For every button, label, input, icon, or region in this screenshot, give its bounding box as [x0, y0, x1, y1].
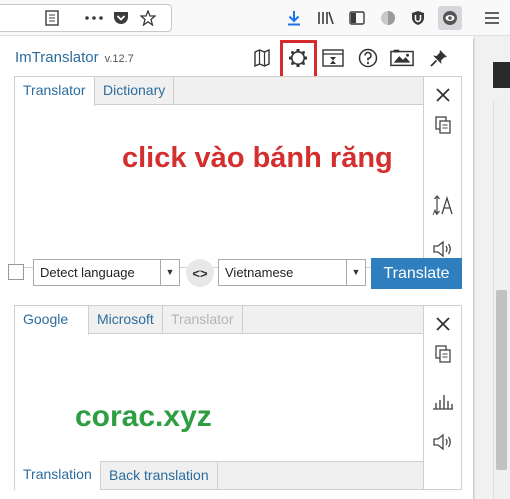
tab-translator-provider[interactable]: Translator	[163, 306, 243, 334]
result-provider-tabs: Google Microsoft Translator	[15, 306, 425, 335]
tab-translation[interactable]: Translation	[15, 461, 101, 490]
screenshot-icon[interactable]	[390, 46, 414, 70]
scrollbar-thumb[interactable]	[496, 290, 507, 470]
library-icon[interactable]	[314, 6, 338, 30]
source-text-input[interactable]	[19, 109, 419, 259]
auto-translate-checkbox[interactable]	[8, 264, 24, 280]
copy-icon[interactable]	[431, 342, 455, 366]
font-size-icon[interactable]	[431, 193, 455, 217]
swap-languages-icon[interactable]: <>	[186, 259, 214, 287]
menu-icon[interactable]	[480, 6, 504, 30]
close-icon[interactable]	[431, 83, 455, 107]
history-icon[interactable]	[321, 46, 345, 70]
brand-name: ImTranslator	[15, 49, 99, 66]
browser-toolbar	[0, 0, 510, 36]
source-language-value: Detect language	[40, 265, 135, 280]
page-thumbnail	[493, 62, 510, 88]
source-tool-column	[423, 77, 461, 267]
translation-output	[19, 338, 419, 458]
tab-microsoft[interactable]: Microsoft	[89, 306, 163, 334]
target-language-select[interactable]: Vietnamese ▼	[218, 259, 366, 286]
source-language-select[interactable]: Detect language ▼	[33, 259, 180, 286]
tab-translator[interactable]: Translator	[15, 77, 95, 106]
imtranslator-popup: ImTranslator v.12.7 Translator Dictionary	[0, 38, 474, 499]
speaker-icon[interactable]	[431, 430, 455, 454]
result-panel: Google Microsoft Translator Translation …	[14, 305, 462, 490]
watermark-overlay: corac.xyz	[75, 400, 212, 433]
ublock-icon[interactable]	[406, 6, 430, 30]
result-tool-column	[423, 306, 461, 489]
brand-title: ImTranslator v.12.7	[15, 49, 134, 66]
chevron-down-icon[interactable]: ▼	[160, 260, 179, 285]
imtranslator-icon[interactable]	[438, 6, 462, 30]
sidebar-icon[interactable]	[345, 6, 369, 30]
pin-icon[interactable]	[427, 46, 451, 70]
reader-view-icon[interactable]	[40, 6, 64, 30]
pocket-icon[interactable]	[109, 6, 133, 30]
tab-dictionary[interactable]: Dictionary	[95, 77, 175, 105]
source-tabs: Translator Dictionary	[15, 77, 425, 106]
copy-icon[interactable]	[431, 113, 455, 137]
instruction-overlay: click vào bánh răng	[122, 142, 393, 174]
download-icon[interactable]	[282, 6, 306, 30]
more-icon[interactable]	[82, 6, 106, 30]
bookmark-star-icon[interactable]	[136, 6, 160, 30]
tab-back-translation[interactable]: Back translation	[101, 462, 218, 490]
version-label: v.12.7	[104, 53, 134, 65]
help-icon[interactable]	[356, 46, 380, 70]
close-icon[interactable]	[431, 312, 455, 336]
target-language-value: Vietnamese	[225, 265, 294, 280]
result-view-tabs: Translation Back translation	[15, 461, 425, 490]
tab-google[interactable]: Google	[15, 306, 89, 335]
extension-icon[interactable]	[376, 6, 400, 30]
translate-button[interactable]: Translate	[371, 258, 462, 289]
frequency-chart-icon[interactable]	[431, 389, 455, 413]
chevron-down-icon[interactable]: ▼	[346, 260, 365, 285]
map-icon[interactable]	[250, 46, 274, 70]
